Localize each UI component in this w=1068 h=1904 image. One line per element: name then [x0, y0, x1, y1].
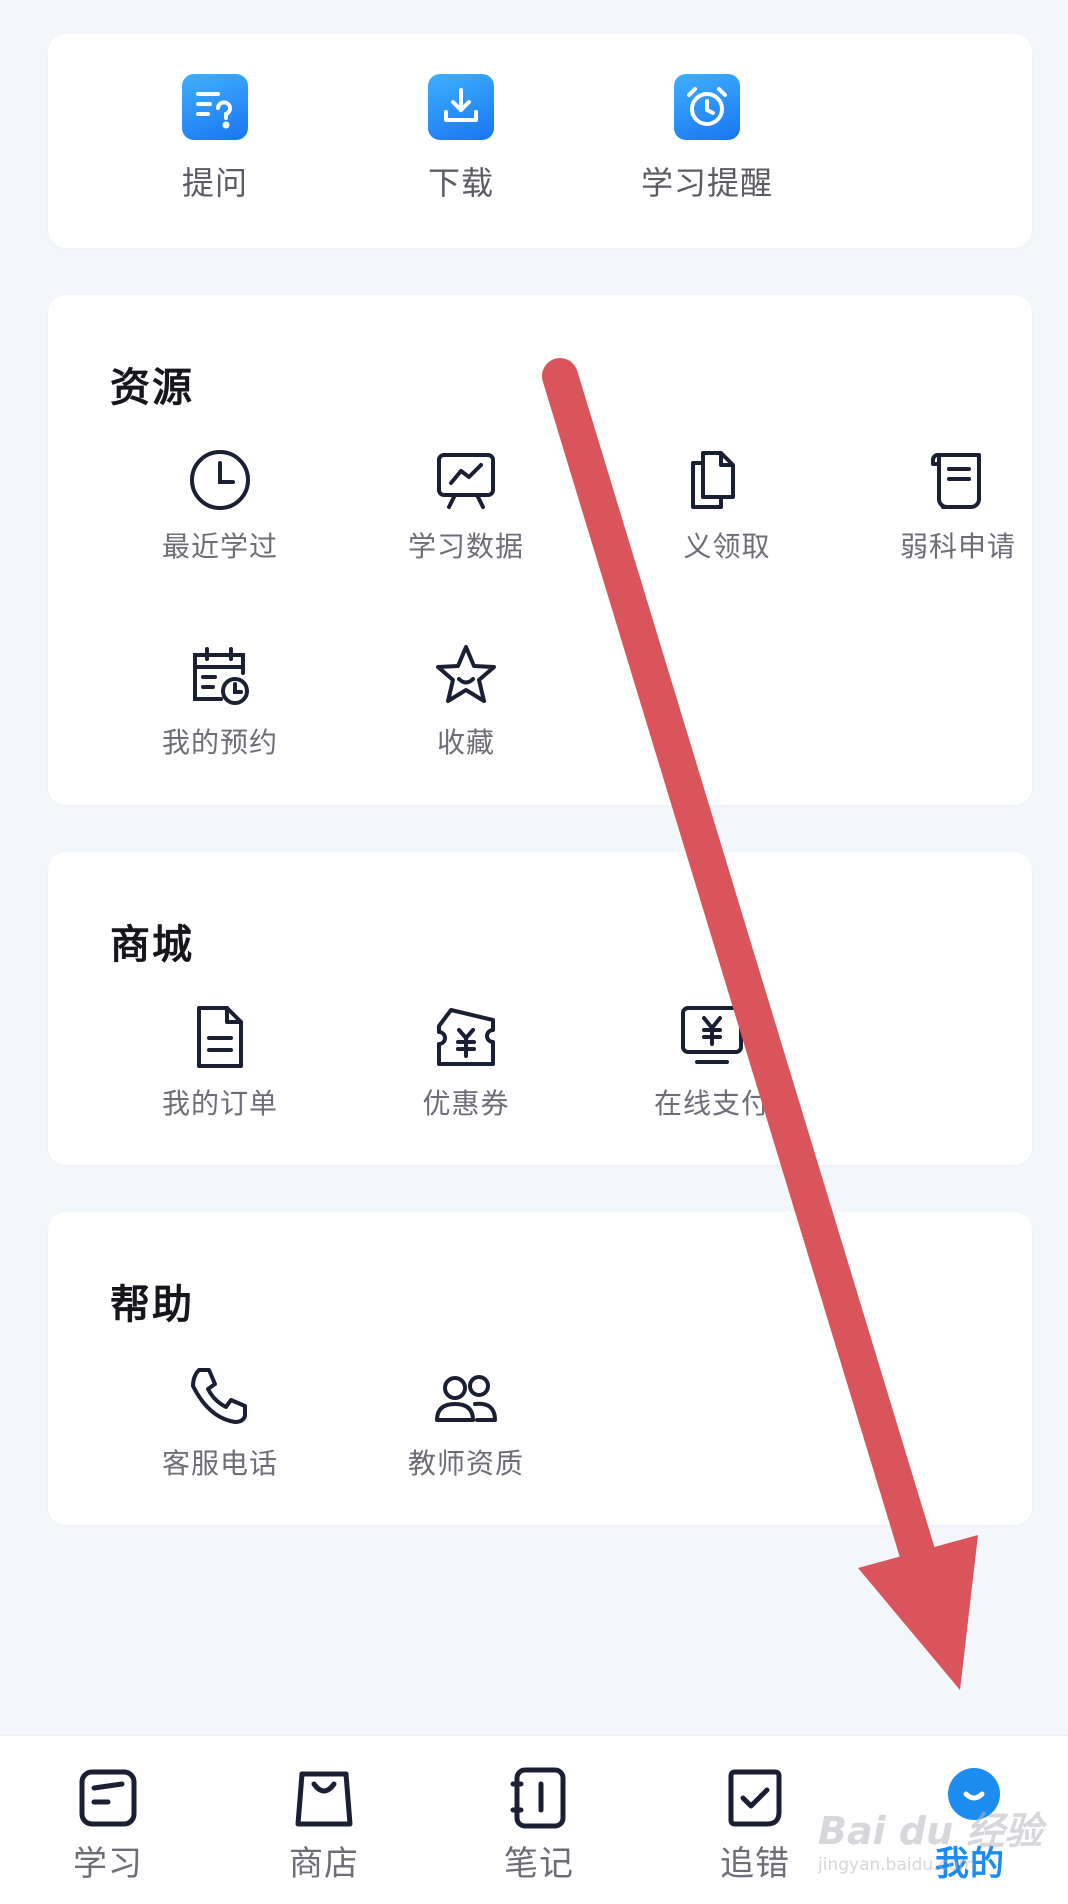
tab-label: 追错: [720, 1844, 790, 1884]
resource-item-handout[interactable]: 义领取: [612, 445, 812, 565]
quick-action-label: 提问: [181, 164, 248, 202]
tab-notes[interactable]: 笔记: [469, 1766, 609, 1885]
tab-shop[interactable]: 商店: [254, 1766, 394, 1885]
resource-item-appointment[interactable]: 我的预约: [120, 641, 320, 761]
bottom-tab-bar: 学习 商店 笔记 追错 我的: [0, 1735, 1068, 1904]
shop-item-payment[interactable]: 在线支付: [612, 1002, 812, 1122]
resource-item-data[interactable]: 学习数据: [366, 445, 566, 565]
tab-mistakes[interactable]: 追错: [685, 1766, 825, 1885]
download-icon: [428, 74, 494, 140]
notebook-icon: [510, 1767, 566, 1829]
study-tab-icon: [79, 1769, 137, 1827]
alarm-clock-icon: [674, 74, 740, 140]
calendar-clock-icon: [193, 647, 249, 705]
chart-board-icon: [437, 453, 495, 509]
resource-item-label: 学习数据: [407, 530, 524, 563]
section-title: 资源: [110, 365, 194, 411]
resource-item-favorites[interactable]: 收藏: [366, 641, 566, 761]
help-item-label: 客服电话: [161, 1447, 278, 1480]
shop-section: 商城 我的订单 优惠券 在线支付: [48, 852, 1032, 1165]
tab-label: 商店: [289, 1844, 359, 1884]
resource-item-label: 收藏: [436, 726, 495, 759]
help-item-label: 教师资质: [407, 1447, 524, 1480]
shop-item-label: 我的订单: [161, 1087, 278, 1120]
people-icon: [435, 1375, 497, 1422]
quick-action-download[interactable]: 下载: [371, 74, 551, 204]
tab-label: 笔记: [504, 1844, 574, 1884]
quick-action-label: 学习提醒: [640, 164, 773, 202]
shop-item-label: 在线支付: [653, 1087, 770, 1120]
check-tab-icon: [728, 1769, 782, 1827]
coupon-icon: [437, 1008, 495, 1066]
shop-bag-icon: [295, 1771, 353, 1827]
help-item-teachers[interactable]: 教师资质: [366, 1362, 566, 1482]
star-icon: [436, 645, 496, 703]
payment-monitor-icon: [681, 1006, 743, 1064]
resources-section: 资源 最近学过 学习数据 义领取 弱科申请 我的预约 收藏: [48, 295, 1032, 805]
tab-label: 我的: [935, 1844, 1005, 1884]
order-doc-icon: [197, 1006, 243, 1068]
clock-icon: [190, 450, 250, 510]
quick-action-reminder[interactable]: 学习提醒: [617, 74, 797, 204]
resource-item-label: 义领取: [683, 530, 771, 563]
scroll-icon: [931, 452, 981, 509]
quick-action-label: 下载: [427, 164, 494, 202]
help-item-phone[interactable]: 客服电话: [120, 1362, 320, 1482]
resource-item-weak-subject[interactable]: 弱科申请: [858, 445, 1058, 565]
resource-item-label: 最近学过: [161, 530, 278, 563]
shop-item-orders[interactable]: 我的订单: [120, 1002, 320, 1122]
tab-label: 学习: [73, 1844, 143, 1884]
profile-face-icon: [948, 1768, 1000, 1820]
quick-action-ask[interactable]: 提问: [125, 74, 305, 204]
tab-me[interactable]: 我的: [900, 1766, 1040, 1885]
resource-item-label: 弱科申请: [899, 530, 1016, 563]
shop-item-coupons[interactable]: 优惠券: [366, 1002, 566, 1122]
help-section: 帮助 客服电话 教师资质: [48, 1212, 1032, 1525]
phone-icon: [191, 1368, 247, 1424]
quick-actions-card: 提问 下载 学习提醒: [48, 34, 1032, 248]
section-title: 商城: [110, 922, 194, 968]
tab-study[interactable]: 学习: [38, 1766, 178, 1885]
resource-item-label: 我的预约: [161, 726, 278, 759]
section-title: 帮助: [110, 1282, 194, 1328]
shop-item-label: 优惠券: [422, 1087, 510, 1120]
documents-icon: [691, 451, 735, 509]
resource-item-recent[interactable]: 最近学过: [120, 445, 320, 565]
question-doc-icon: [182, 74, 248, 140]
